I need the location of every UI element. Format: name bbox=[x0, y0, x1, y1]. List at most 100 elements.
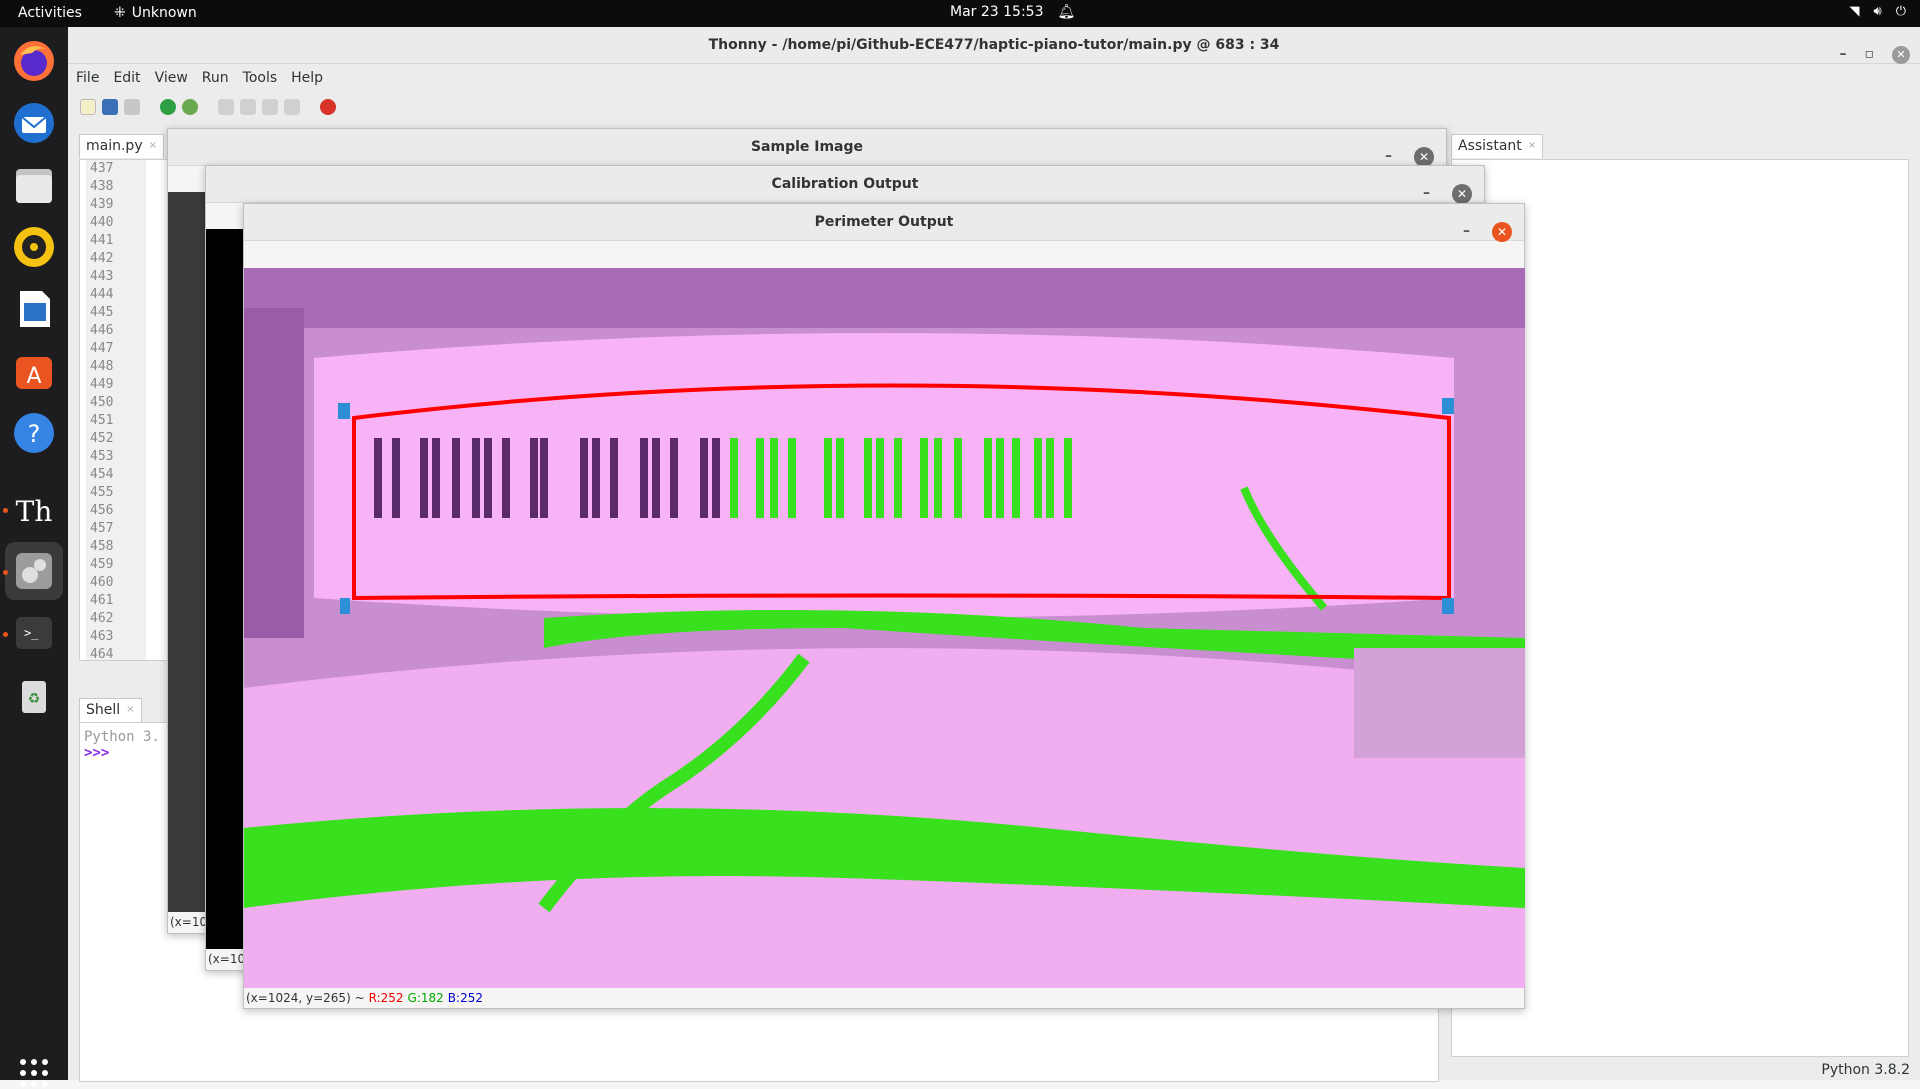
settings-icon[interactable] bbox=[10, 547, 58, 595]
close-button[interactable]: ✕ bbox=[1892, 45, 1910, 64]
close-tab-icon[interactable]: × bbox=[149, 135, 157, 158]
open-file-icon[interactable] bbox=[102, 99, 118, 115]
menu-help[interactable]: Help bbox=[291, 70, 323, 86]
step-into-icon[interactable] bbox=[240, 99, 256, 115]
black-key bbox=[374, 438, 382, 518]
line-number: 452 bbox=[90, 431, 114, 446]
line-number: 445 bbox=[90, 305, 114, 320]
menu-file[interactable]: File bbox=[76, 70, 99, 86]
line-number: 461 bbox=[90, 593, 114, 608]
writer-icon[interactable] bbox=[10, 285, 58, 333]
new-file-icon[interactable] bbox=[80, 99, 96, 115]
tab-main-py[interactable]: main.py × bbox=[79, 134, 164, 158]
thunderbird-icon[interactable] bbox=[10, 99, 58, 147]
line-number: 459 bbox=[90, 557, 114, 572]
trash-icon[interactable]: ♻ bbox=[10, 671, 58, 719]
pixel-red-value: R:252 bbox=[368, 991, 404, 1005]
system-tray[interactable]: ◥ 🔊︎ ⏻ bbox=[1850, 4, 1907, 19]
black-key bbox=[1012, 438, 1020, 518]
menu-tools[interactable]: Tools bbox=[243, 70, 278, 86]
app-menu[interactable]: ⁜ Unknown bbox=[114, 5, 197, 21]
black-key bbox=[876, 438, 884, 518]
perimeter-output-window: Perimeter Output – ✕ (x=1024, y=265) ~ R:… bbox=[243, 203, 1525, 1009]
tab-label: Assistant bbox=[1458, 138, 1522, 154]
rhythmbox-icon[interactable] bbox=[10, 223, 58, 271]
step-over-icon[interactable] bbox=[218, 99, 234, 115]
black-key bbox=[836, 438, 844, 518]
line-number: 438 bbox=[90, 179, 114, 194]
show-apps-grid-icon[interactable] bbox=[18, 1057, 50, 1089]
activities-button[interactable]: Activities bbox=[18, 5, 82, 21]
shell-tabs: Shell × bbox=[79, 698, 142, 722]
cursor-position: (x=1024, y=265) ~ bbox=[246, 991, 365, 1005]
line-number: 455 bbox=[90, 485, 114, 500]
volume-icon: 🔊︎ bbox=[1873, 4, 1882, 19]
line-number: 457 bbox=[90, 521, 114, 536]
bell-icon: 🔔︎ bbox=[1057, 4, 1076, 20]
menu-edit[interactable]: Edit bbox=[113, 70, 140, 86]
wifi-icon: ◥ bbox=[1849, 4, 1860, 19]
minimize-button[interactable]: – bbox=[1463, 213, 1470, 250]
black-key bbox=[484, 438, 492, 518]
menu-run[interactable]: Run bbox=[202, 70, 229, 86]
stop-icon[interactable] bbox=[320, 99, 336, 115]
line-number: 441 bbox=[90, 233, 114, 248]
thonny-icon[interactable]: Th bbox=[10, 485, 58, 533]
files-icon[interactable] bbox=[10, 161, 58, 209]
perimeter-image-canvas[interactable] bbox=[244, 268, 1525, 988]
close-tab-icon[interactable]: × bbox=[1528, 135, 1536, 158]
help-icon[interactable]: ? bbox=[10, 409, 58, 457]
toolbar bbox=[68, 92, 1920, 122]
tab-label: Shell bbox=[86, 702, 121, 718]
calibration-image-canvas[interactable] bbox=[206, 229, 246, 949]
running-indicator bbox=[3, 570, 8, 575]
black-key bbox=[984, 438, 992, 518]
line-number: 440 bbox=[90, 215, 114, 230]
line-number: 464 bbox=[90, 647, 114, 661]
black-key bbox=[996, 438, 1004, 518]
line-number-gutter: 437 438 439 440 441 442 443 444 445 446 447 448 449 4… bbox=[86, 160, 146, 660]
debug-icon[interactable] bbox=[182, 99, 198, 115]
tab-shell[interactable]: Shell × bbox=[79, 698, 142, 722]
black-key bbox=[1034, 438, 1042, 518]
menu-bar: File Edit View Run Tools Help bbox=[68, 64, 1920, 92]
close-button[interactable]: ✕ bbox=[1452, 183, 1472, 204]
sample-titlebar[interactable]: Sample Image – ✕ bbox=[168, 129, 1446, 167]
software-center-icon[interactable]: A bbox=[10, 347, 58, 395]
running-indicator bbox=[3, 508, 8, 513]
firefox-icon[interactable] bbox=[10, 37, 58, 85]
svg-text:♻: ♻ bbox=[28, 691, 41, 707]
sample-image-canvas[interactable] bbox=[168, 192, 208, 912]
black-key bbox=[788, 438, 796, 518]
black-key bbox=[592, 438, 600, 518]
terminal-icon[interactable]: >_ bbox=[10, 609, 58, 657]
window-title: Thonny - /home/pi/Github-ECE477/haptic-p… bbox=[708, 37, 1280, 53]
line-number: 447 bbox=[90, 341, 114, 356]
line-number: 463 bbox=[90, 629, 114, 644]
save-icon[interactable] bbox=[124, 99, 140, 115]
maximize-button[interactable]: ▫ bbox=[1865, 36, 1875, 73]
black-key bbox=[712, 438, 720, 518]
code-editor[interactable]: 437 438 439 440 441 442 443 444 445 446 447 448 449 4… bbox=[79, 159, 169, 661]
window-title: Sample Image bbox=[750, 139, 864, 155]
perimeter-titlebar[interactable]: Perimeter Output – ✕ bbox=[244, 204, 1524, 242]
window-titlebar[interactable]: Thonny - /home/pi/Github-ECE477/haptic-p… bbox=[68, 27, 1920, 64]
black-key bbox=[824, 438, 832, 518]
run-icon[interactable] bbox=[160, 99, 176, 115]
tab-assistant[interactable]: Assistant × bbox=[1451, 134, 1544, 158]
line-number: 451 bbox=[90, 413, 114, 428]
step-out-icon[interactable] bbox=[262, 99, 278, 115]
menu-view[interactable]: View bbox=[155, 70, 188, 86]
close-button[interactable]: ✕ bbox=[1414, 146, 1434, 167]
close-tab-icon[interactable]: × bbox=[126, 699, 134, 722]
resume-icon[interactable] bbox=[284, 99, 300, 115]
calibration-titlebar[interactable]: Calibration Output – ✕ bbox=[206, 166, 1484, 204]
svg-text:A: A bbox=[26, 364, 41, 389]
close-button[interactable]: ✕ bbox=[1492, 221, 1512, 242]
svg-text:Th: Th bbox=[16, 495, 53, 528]
line-number: 458 bbox=[90, 539, 114, 554]
clock[interactable]: Mar 23 15:53 🔔︎ bbox=[950, 4, 1075, 20]
minimize-button[interactable]: – bbox=[1840, 36, 1847, 73]
black-key bbox=[472, 438, 480, 518]
editor-tabs: main.py × bbox=[79, 134, 164, 158]
